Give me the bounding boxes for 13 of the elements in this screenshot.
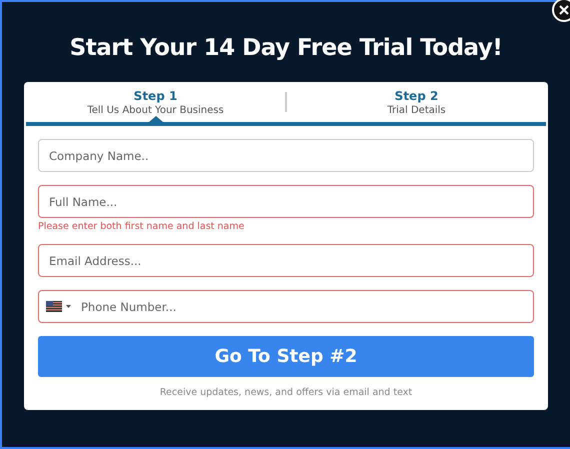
step-tab[interactable]: Step 2 Trial Details: [287, 82, 546, 122]
input-field[interactable]: Email Address...: [38, 244, 534, 277]
input-field[interactable]: Phone Number...: [38, 290, 534, 323]
input-field[interactable]: Full Name...: [38, 185, 534, 218]
input-field[interactable]: Company Name..: [38, 139, 534, 172]
flag-icon: [46, 301, 62, 312]
error-message: Please enter both first name and last name: [38, 221, 246, 232]
close-icon: [559, 5, 569, 15]
dialog-title: Start Your 14 Day Free Trial Today!: [70, 35, 502, 61]
caret-icon: [66, 305, 71, 308]
next-step-button[interactable]: Go To Step #2: [38, 336, 534, 377]
step-tab[interactable]: Step 1 Tell Us About Your Business: [26, 82, 285, 122]
consent-note: Receive updates, news, and offers via email and text: [160, 387, 412, 398]
